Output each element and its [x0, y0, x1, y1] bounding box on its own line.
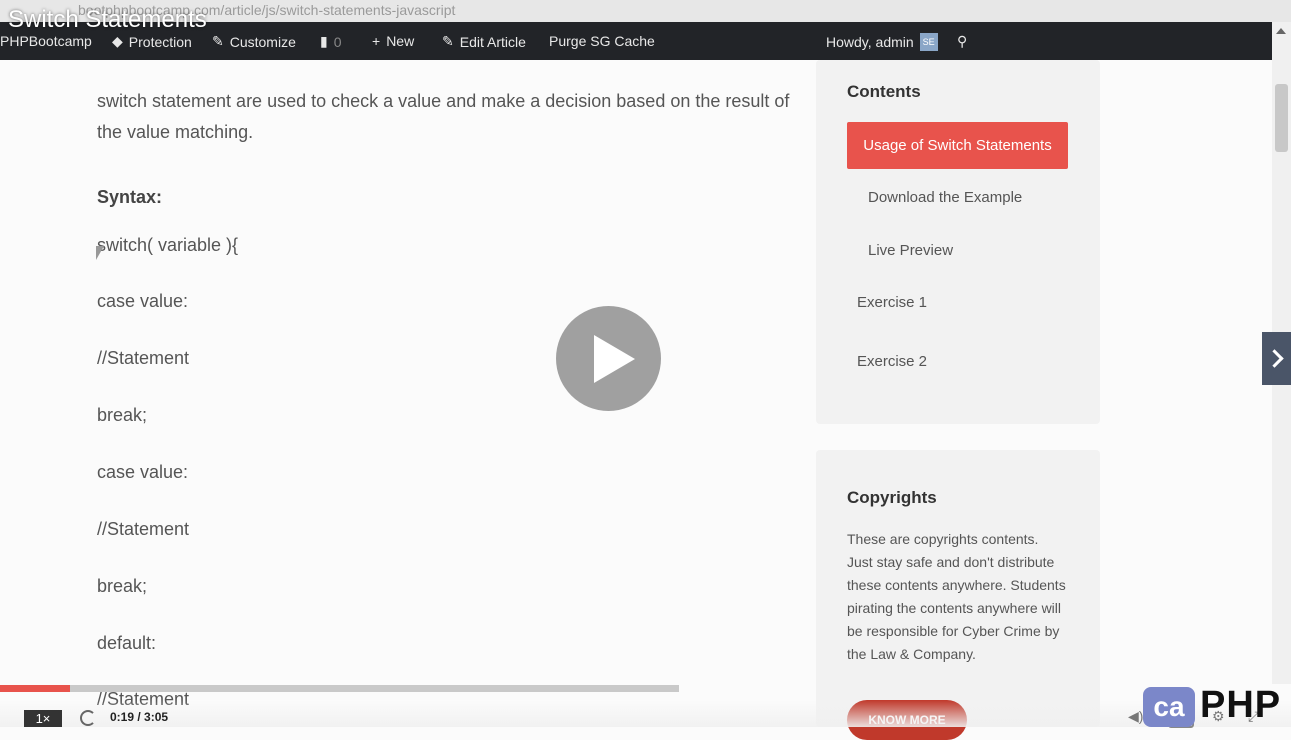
logo-text: PHP — [1200, 684, 1282, 726]
article-intro: switch statement are used to check a val… — [97, 91, 790, 142]
play-icon — [594, 335, 635, 383]
toc-item-exercise-1[interactable]: Exercise 1 — [857, 294, 927, 311]
code-line: case value: — [97, 462, 189, 482]
admin-site-link[interactable]: PHPBootcamp — [0, 33, 92, 49]
copyrights-text: These are copyrights contents. Just stay… — [847, 531, 1066, 662]
logo-box: ca — [1143, 687, 1195, 727]
toc-item-active[interactable]: Usage of Switch Statements — [847, 122, 1068, 169]
admin-account-menu[interactable]: Howdy, admin SE — [826, 33, 938, 51]
code-line: case value: — [97, 291, 189, 311]
code-line: //Statement — [97, 519, 190, 539]
playback-speed-button[interactable]: 1× — [24, 710, 62, 727]
code-line: default: — [97, 633, 157, 653]
admin-purge-cache-link[interactable]: Purge SG Cache — [549, 33, 655, 49]
next-video-button[interactable] — [1262, 332, 1291, 385]
admin-new-link[interactable]: + New — [372, 33, 414, 49]
video-progress-bar[interactable] — [0, 685, 679, 692]
video-progress-fill — [0, 685, 70, 692]
toc-item-exercise-2[interactable]: Exercise 2 — [857, 353, 927, 370]
article-body: switch statement are used to check a val… — [97, 86, 797, 709]
admin-protection-link[interactable]: ◆ Protection — [112, 33, 192, 50]
syntax-heading: Syntax: — [97, 187, 163, 207]
search-icon[interactable]: ⚲ — [957, 33, 967, 50]
shield-icon: ◆ — [112, 33, 123, 49]
toc-title: Contents — [847, 82, 921, 101]
brush-icon: ✎ — [212, 33, 224, 49]
toc-item-live-preview[interactable]: Live Preview — [868, 242, 953, 259]
video-title: Switch Statements — [8, 6, 207, 33]
admin-customize-link[interactable]: ✎ Customize — [212, 33, 296, 50]
admin-comments-link[interactable]: ▮ 0 — [320, 33, 342, 50]
mouse-cursor-icon — [96, 246, 104, 260]
code-line: //Statement — [97, 348, 190, 368]
code-line: switch( variable ){ — [97, 235, 239, 255]
plus-icon: + — [372, 33, 381, 49]
video-time: 0:19 / 3:05 — [110, 710, 169, 724]
pencil-icon: ✎ — [442, 33, 454, 49]
video-controls: 1× 0:19 / 3:05 ◀) CC ⚙ ⤢ — [0, 684, 1291, 728]
code-line: break; — [97, 405, 148, 425]
avatar: SE — [919, 33, 938, 51]
chevron-right-icon — [1265, 349, 1284, 368]
table-of-contents: Contents Usage of Switch Statements Down… — [816, 60, 1100, 424]
play-button[interactable] — [556, 306, 661, 411]
volume-icon[interactable]: ◀) — [1128, 708, 1143, 725]
toc-item-download-example[interactable]: Download the Example — [868, 189, 1022, 206]
scroll-up-arrow-icon[interactable] — [1276, 28, 1286, 34]
code-line: break; — [97, 576, 148, 596]
comment-icon: ▮ — [320, 33, 328, 49]
admin-edit-article-link[interactable]: ✎ Edit Article — [442, 33, 526, 50]
copyrights-title: Copyrights — [847, 488, 937, 507]
replay-icon[interactable] — [80, 710, 96, 726]
scroll-thumb[interactable] — [1275, 84, 1288, 152]
